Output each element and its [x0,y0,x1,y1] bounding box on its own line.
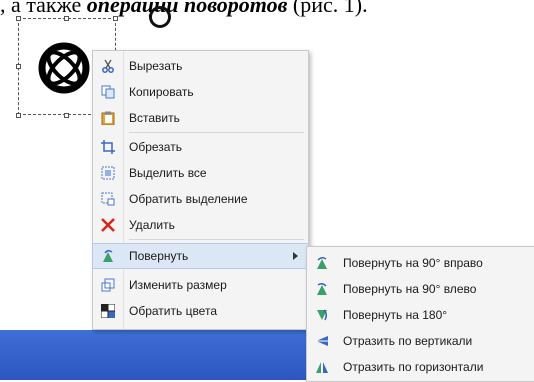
menu-item-label: Повернуть [129,249,189,263]
submenu-item-rotate-180[interactable]: Повернуть на 180° [307,303,534,327]
submenu-item-label: Повернуть на 90° вправо [343,256,483,270]
menu-item-invert-colors[interactable]: Обратить цвета [93,299,308,323]
menu-item-paste[interactable]: Вставить [93,106,308,130]
selection-handle[interactable] [64,113,69,118]
resize-icon [100,277,116,293]
selection-handle[interactable] [64,16,69,21]
flip-vertical-icon [314,333,330,349]
copy-icon [100,84,116,100]
crop-icon [100,139,116,155]
submenu-item-label: Отразить по вертикали [343,334,473,348]
menu-item-rotate[interactable]: Повернуть [92,243,309,269]
delete-icon [100,217,116,233]
invert-colors-icon [100,303,116,319]
menu-item-cut[interactable]: Вырезать [93,54,308,78]
submenu-item-label: Повернуть на 90° влево [343,282,477,296]
menu-item-label: Вставить [129,111,180,125]
paste-icon [100,110,116,126]
rotate-icon [100,248,116,264]
selection-handle[interactable] [113,16,118,21]
menu-item-delete[interactable]: Удалить [93,213,308,237]
rotate-submenu: Повернуть на 90° вправо Повернуть на 90°… [306,246,534,382]
selection-handle[interactable] [16,16,21,21]
menu-item-crop[interactable]: Обрезать [93,135,308,159]
document-caption: , а также операций поворотов (рис. 1). [0,0,534,18]
caption-suffix: (рис. 1). [287,0,368,17]
menu-item-copy[interactable]: Копировать [93,80,308,104]
submenu-item-rotate-left[interactable]: Повернуть на 90° влево [307,277,534,301]
submenu-arrow-icon [293,252,298,260]
submenu-item-flip-vertical[interactable]: Отразить по вертикали [307,329,534,353]
invert-selection-icon [100,191,116,207]
submenu-item-label: Повернуть на 180° [343,308,448,322]
flip-horizontal-icon [314,359,330,375]
submenu-item-flip-horizontal[interactable]: Отразить по горизонтали [307,355,534,379]
menu-separator [129,239,304,240]
select-all-icon [100,165,116,181]
caption-prefix: , а также [0,0,87,17]
rotate-left-icon [314,281,330,297]
menu-item-label: Выделить все [129,166,207,180]
circle-shape [149,6,171,28]
context-menu: Вырезать Копировать Вставить Обрезать Вы… [92,50,309,330]
menu-separator [129,132,304,133]
flower-shape [38,42,90,94]
scissors-icon [100,58,116,74]
selection-handle[interactable] [16,64,21,69]
menu-item-resize[interactable]: Изменить размер [93,273,308,297]
menu-item-invert-selection[interactable]: Обратить выделение [93,187,308,211]
menu-item-label: Обрезать [129,140,182,154]
caption-italic: операций поворотов [86,0,288,17]
menu-item-label: Копировать [129,85,194,99]
menu-item-label: Вырезать [129,59,183,73]
rotate-right-icon [314,255,330,271]
submenu-item-rotate-right[interactable]: Повернуть на 90° вправо [307,251,534,275]
menu-item-label: Изменить размер [129,278,227,292]
submenu-item-label: Отразить по горизонтали [343,360,484,374]
rotate-180-icon [314,307,330,323]
menu-item-label: Удалить [129,218,175,232]
menu-item-label: Обратить цвета [129,304,217,318]
menu-item-label: Обратить выделение [129,192,248,206]
menu-item-select-all[interactable]: Выделить все [93,161,308,185]
selection-handle[interactable] [16,113,21,118]
